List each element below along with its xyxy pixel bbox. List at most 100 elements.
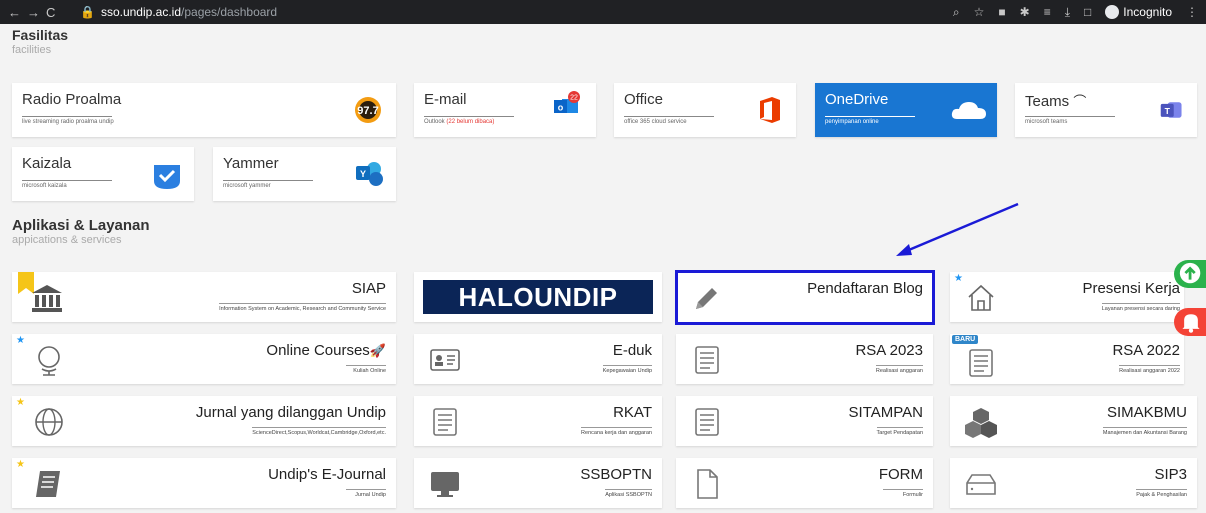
app-rkat[interactable]: RKAT Rencana kerja dan anggaran bbox=[414, 396, 662, 446]
menu-kebab-icon[interactable]: ⋮ bbox=[1186, 5, 1198, 19]
browser-toolbar: ← → C 🔒 sso.undip.ac.id/pages/dashboard … bbox=[0, 0, 1206, 24]
facilities-title: Fasilitas bbox=[12, 27, 69, 43]
app-simakbmu[interactable]: SIMAKBMU Manajemen dan Akuntansi Barang bbox=[950, 396, 1197, 446]
forward-icon[interactable]: → bbox=[27, 5, 40, 20]
app-subtitle: ScienceDirect,Scopus,Worldcat,Cambridge,… bbox=[252, 427, 386, 436]
upload-icon bbox=[1179, 262, 1201, 284]
drive-icon bbox=[966, 474, 996, 495]
facility-kaizala[interactable]: Kaizala microsoft kaizala bbox=[12, 147, 194, 201]
bell-icon bbox=[1182, 314, 1200, 333]
download-icon[interactable]: ⤓ bbox=[1065, 5, 1070, 20]
app-subtitle: Realisasi anggaran bbox=[875, 365, 923, 374]
facility-title: Kaizala bbox=[22, 155, 72, 172]
reading-list-icon[interactable]: ≡ bbox=[1044, 5, 1051, 19]
app-haloundip[interactable]: HALOUNDIP bbox=[414, 272, 662, 322]
app-subtitle: Aplikasi SSBOPTN bbox=[605, 489, 652, 498]
yammer-icon: Y bbox=[356, 162, 383, 186]
home-icon bbox=[968, 284, 994, 311]
app-subtitle: Rencana kerja dan anggaran bbox=[581, 427, 652, 436]
facility-office[interactable]: Office office 365 cloud service bbox=[614, 83, 796, 137]
app-subtitle: Formulir bbox=[883, 489, 923, 498]
onedrive-icon bbox=[951, 102, 986, 119]
newspaper-icon bbox=[433, 408, 457, 436]
app-e-duk[interactable]: E-duk Kepegawaian Undip bbox=[414, 334, 662, 384]
app-online-courses[interactable]: ★ Online Courses🚀 Kuliah Online bbox=[12, 334, 396, 384]
app-ssboptn[interactable]: SSBOPTN Aplikasi SSBOPTN bbox=[414, 458, 662, 508]
facility-yammer[interactable]: Yammer microsoft yammer Y bbox=[213, 147, 396, 201]
app-jurnal-dilanggan[interactable]: ★ Jurnal yang dilanggan Undip ScienceDir… bbox=[12, 396, 396, 446]
notification-float-button[interactable] bbox=[1174, 308, 1206, 336]
annotation-highlight-box bbox=[675, 270, 935, 325]
app-title: Presensi Kerja bbox=[1082, 280, 1180, 297]
svg-text:97.7: 97.7 bbox=[357, 105, 378, 117]
svg-text:Y: Y bbox=[360, 169, 366, 179]
extension-icon[interactable]: ■ bbox=[998, 5, 1005, 19]
puzzle-icon[interactable]: ✱ bbox=[1020, 5, 1030, 19]
apps-title: Aplikasi & Layanan bbox=[12, 217, 150, 234]
facilities-subtitle: facilities bbox=[12, 44, 52, 56]
building-icon bbox=[32, 285, 62, 312]
star-icon: ★ bbox=[16, 397, 25, 408]
app-presensi-kerja[interactable]: ★ Presensi Kerja Layanan presensi secara… bbox=[950, 272, 1184, 322]
browser-nav: ← → C bbox=[0, 5, 80, 20]
app-sip3[interactable]: SIP3 Pajak & Penghasilan bbox=[950, 458, 1197, 508]
facility-title: Radio Proalma bbox=[22, 91, 122, 108]
url-host: sso.undip.ac.id bbox=[100, 5, 182, 19]
app-sitampan[interactable]: SITAMPAN Target Pendapatan bbox=[676, 396, 933, 446]
app-undip-e-journal[interactable]: ★ Undip's E-Journal Jurnal Undip bbox=[12, 458, 396, 508]
app-title: SIAP bbox=[351, 280, 386, 297]
bookmark-star-icon[interactable]: ☆ bbox=[974, 5, 985, 19]
app-title: Online Courses🚀 bbox=[266, 342, 386, 359]
url-path: /pages/dashboard bbox=[181, 5, 278, 19]
app-rsa-2022[interactable]: BARU RSA 2022 Realisasi anggaran 2022 bbox=[950, 334, 1184, 384]
facility-subtitle: Outlook (22 belum dibaca) bbox=[424, 116, 514, 125]
office-icon bbox=[760, 97, 780, 123]
book-icon bbox=[36, 471, 60, 497]
app-subtitle: Realisasi anggaran 2022 bbox=[1119, 365, 1180, 374]
app-title: Jurnal yang dilanggan Undip bbox=[195, 404, 386, 421]
incognito-indicator[interactable]: Incognito bbox=[1105, 5, 1172, 19]
app-rsa-2023[interactable]: RSA 2023 Realisasi anggaran bbox=[676, 334, 933, 384]
rocket-icon: 🚀 bbox=[369, 343, 386, 358]
svg-text:T: T bbox=[1165, 106, 1171, 116]
svg-text:22: 22 bbox=[570, 95, 578, 102]
new-badge: BARU bbox=[952, 335, 979, 344]
app-subtitle: Kuliah Online bbox=[346, 365, 386, 374]
zoom-icon[interactable]: ⌕ bbox=[953, 5, 960, 20]
app-subtitle: Kepegawaian Undip bbox=[602, 365, 652, 374]
radio-97-7-icon: 97.7 bbox=[355, 97, 381, 123]
globe-icon bbox=[35, 408, 63, 436]
facility-radio-proalma[interactable]: Radio Proalma live streaming radio proal… bbox=[12, 83, 396, 137]
incognito-label: Incognito bbox=[1123, 5, 1172, 19]
facility-email[interactable]: E-mail Outlook (22 belum dibaca) o 22 bbox=[414, 83, 596, 137]
headset-icon: ⌒ bbox=[1073, 94, 1087, 109]
sidepanel-icon[interactable]: □ bbox=[1084, 5, 1091, 19]
haloundip-logo: HALOUNDIP bbox=[423, 280, 653, 314]
app-siap[interactable]: SIAP Information System on Academic, Res… bbox=[12, 272, 396, 322]
globe-stand-icon bbox=[38, 346, 60, 376]
apps-subtitle: appications & services bbox=[12, 234, 122, 246]
facility-subtitle: office 365 cloud service bbox=[624, 116, 714, 125]
app-title: Undip's E-Journal bbox=[268, 466, 386, 483]
lock-icon: 🔒 bbox=[80, 5, 95, 19]
app-form[interactable]: FORM Formulir bbox=[676, 458, 933, 508]
teams-icon: T bbox=[1160, 102, 1182, 118]
reload-icon[interactable]: C bbox=[46, 5, 55, 20]
app-subtitle: Information System on Academic, Research… bbox=[219, 303, 386, 312]
monitor-icon bbox=[431, 472, 459, 497]
facility-onedrive[interactable]: OneDrive penyimpanan online bbox=[815, 83, 997, 137]
app-subtitle: Jurnal Undip bbox=[346, 489, 386, 498]
app-title: SIMAKBMU bbox=[1106, 404, 1187, 421]
address-bar[interactable]: 🔒 sso.undip.ac.id/pages/dashboard bbox=[80, 3, 277, 21]
app-title: RKAT bbox=[613, 404, 652, 421]
back-icon[interactable]: ← bbox=[8, 5, 21, 20]
facility-teams[interactable]: Teams ⌒ microsoft teams T bbox=[1015, 83, 1197, 137]
incognito-icon bbox=[1105, 5, 1120, 19]
app-title: SIP3 bbox=[1154, 466, 1187, 483]
app-subtitle: Pajak & Penghasilan bbox=[1136, 489, 1187, 498]
app-title: E-duk bbox=[612, 342, 652, 359]
app-title: RSA 2023 bbox=[855, 342, 923, 359]
upload-float-button[interactable] bbox=[1174, 260, 1206, 288]
app-subtitle: Layanan presensi secara daring bbox=[1101, 303, 1180, 312]
id-card-icon bbox=[430, 349, 460, 371]
